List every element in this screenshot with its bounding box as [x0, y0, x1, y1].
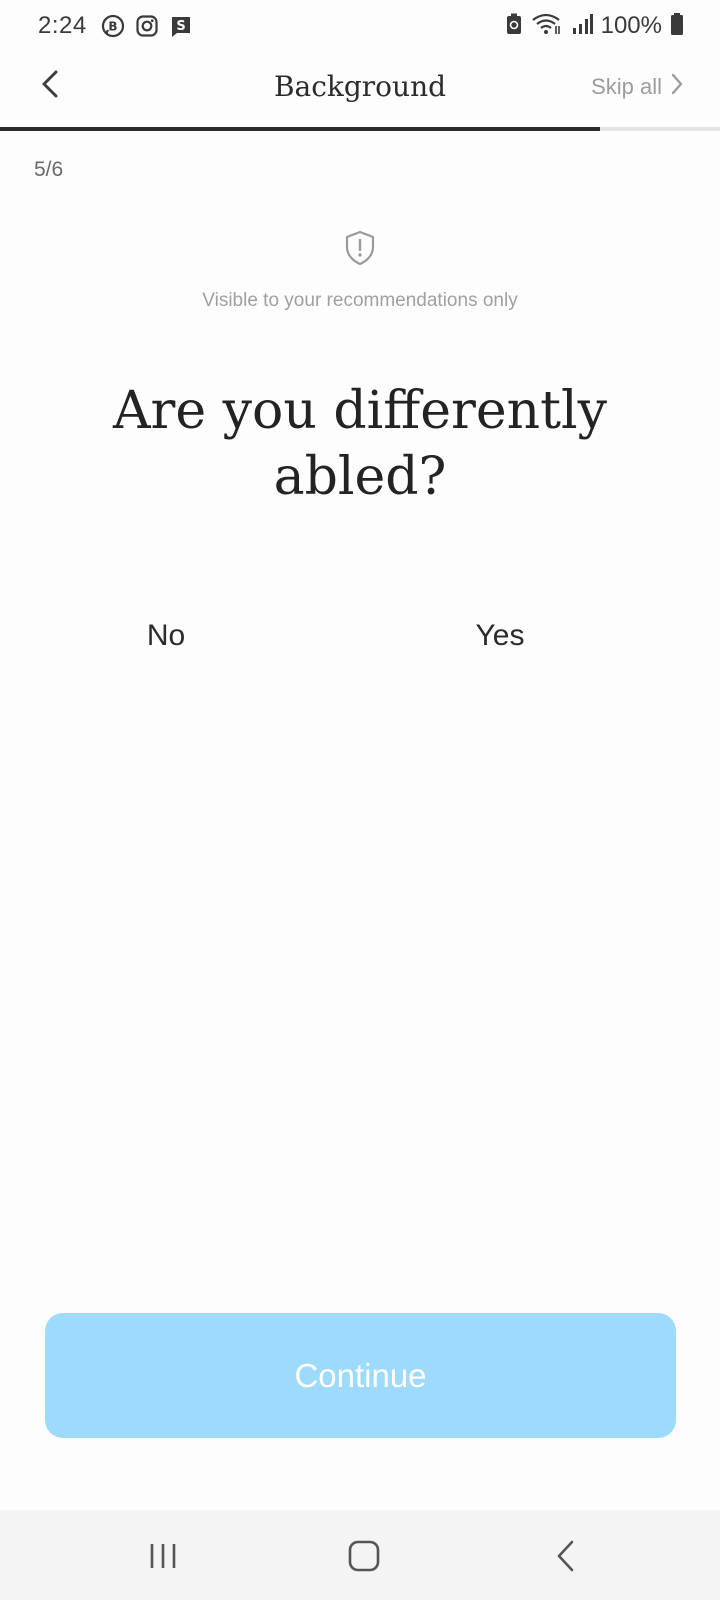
battery-percent: 100%: [600, 12, 662, 39]
chevron-left-icon: [39, 69, 61, 104]
step-counter: 5/6: [34, 158, 64, 181]
b-chat-icon: B: [101, 14, 125, 38]
status-right: 100%: [505, 12, 684, 41]
system-nav-bar: [0, 1510, 720, 1600]
option-no[interactable]: No: [56, 600, 276, 672]
option-label: No: [146, 619, 186, 652]
skip-all-label: Skip all: [591, 74, 662, 99]
option-yes[interactable]: Yes: [390, 600, 610, 672]
visibility-note: Visible to your recommendations only: [202, 290, 518, 311]
signal-icon: [571, 12, 593, 41]
status-time: 2:24: [38, 12, 87, 39]
skip-all-button[interactable]: Skip all: [591, 72, 684, 102]
option-label: Yes: [475, 619, 525, 652]
home-icon[interactable]: [334, 1534, 394, 1578]
chevron-right-icon: [670, 72, 684, 102]
svg-text:S: S: [176, 19, 185, 34]
shield-alert-icon: [344, 230, 376, 266]
progress-bar: [0, 127, 720, 131]
battery-icon: [670, 12, 684, 41]
progress-fill: [0, 127, 600, 131]
recent-apps-icon[interactable]: [133, 1534, 193, 1578]
question-heading: Are you differently abled?: [112, 381, 608, 507]
s-app-icon: S: [169, 14, 193, 38]
app-screen: 2:24 B S 100% Background Skip all 5/6 Vi…: [0, 0, 720, 1600]
svg-text:B: B: [108, 20, 117, 34]
back-icon[interactable]: [536, 1534, 596, 1578]
battery-saver-icon: [505, 12, 523, 41]
status-bar: 2:24 B S 100%: [0, 0, 720, 52]
wifi-icon: [531, 12, 563, 41]
status-left: 2:24 B S: [38, 12, 193, 40]
back-button[interactable]: [30, 66, 70, 106]
instagram-icon: [135, 14, 159, 38]
continue-button[interactable]: Continue: [45, 1313, 676, 1438]
header: Background Skip all: [0, 52, 720, 128]
